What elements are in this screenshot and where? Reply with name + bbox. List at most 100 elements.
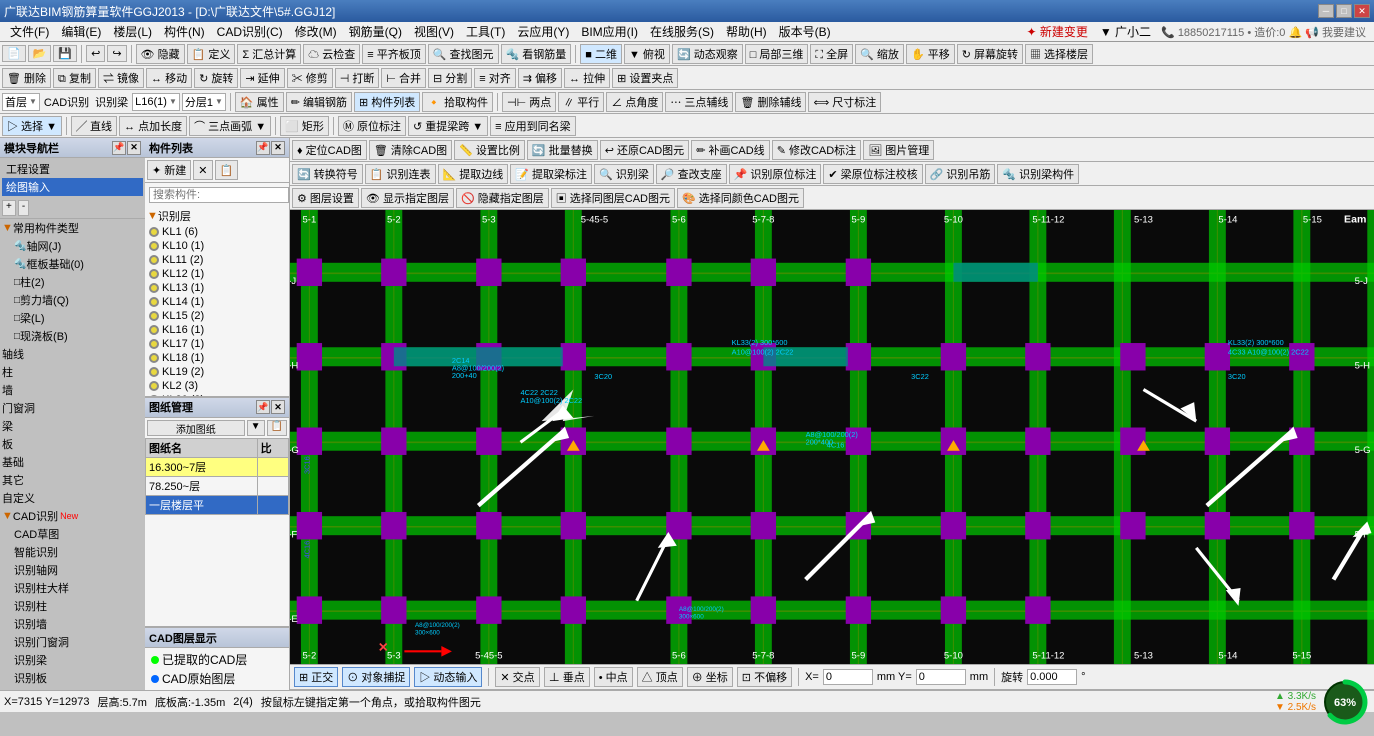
tree-id-slab[interactable]: 识别板 <box>0 669 145 687</box>
btn-copy[interactable]: ⧉ 复制 <box>53 68 96 88</box>
btn-select[interactable]: ▷ 选择 ▼ <box>2 116 62 136</box>
btn-local-3d[interactable]: □ 局部三维 <box>745 44 809 64</box>
btn-offset[interactable]: ⇉ 偏移 <box>518 68 562 88</box>
btn-parallel[interactable]: ∥ 平行 <box>558 92 604 112</box>
tree-axis[interactable]: 🔩 轴网(J) <box>0 237 145 255</box>
btn-pan[interactable]: ✋ 平移 <box>906 44 955 64</box>
btn-cloud-check[interactable]: ☁ 云检查 <box>303 44 360 64</box>
nav-drawing[interactable]: 绘图输入 <box>2 178 143 196</box>
btn-restore-cad[interactable]: ↩ 还原CAD图元 <box>600 140 690 160</box>
comp-pin-button[interactable]: 📌 <box>256 141 270 155</box>
tree-custom[interactable]: 自定义 <box>0 489 145 507</box>
btn-two-point[interactable]: ⊣⊢ 两点 <box>502 92 556 112</box>
drawing-pin-button[interactable]: 📌 <box>256 400 270 414</box>
menu-bim[interactable]: BIM应用(I) <box>575 21 644 42</box>
dropdown-layer[interactable]: 分层1 ▼ <box>182 93 226 111</box>
btn-snap-perpend[interactable]: ⊥ 垂点 <box>544 667 590 687</box>
cad-canvas-area[interactable]: 5-1 5-2 5-3 5-45-5 5-6 5-7-8 5-9 5-10 5-… <box>290 210 1374 664</box>
btn-pic-manage[interactable]: 🖼 图片管理 <box>863 140 934 160</box>
menu-file[interactable]: 文件(F) <box>4 21 55 42</box>
btn-snap-coord[interactable]: ⊕ 坐标 <box>687 667 733 687</box>
comp-identify-layer[interactable]: ▼ 识别层 <box>145 207 289 225</box>
drawing-row-6[interactable]: 一层楼层平 <box>146 495 289 514</box>
cad-layer-extracted[interactable]: 已提取的CAD层 <box>147 650 287 669</box>
tree-cad-sketch[interactable]: CAD草图 <box>0 525 145 543</box>
btn-check-support[interactable]: 🔎 查改支座 <box>656 164 727 184</box>
tree-foundation[interactable]: 基础 <box>0 453 145 471</box>
tree-slab[interactable]: □ 现浇板(B) <box>0 327 145 345</box>
btn-2d[interactable]: ■ 二维 <box>580 44 622 64</box>
tree-column[interactable]: □ 柱(2) <box>0 273 145 291</box>
tree-beam2[interactable]: 梁 <box>0 417 145 435</box>
btn-comp-edit[interactable]: 📋 <box>215 160 239 180</box>
btn-snap-intersect[interactable]: ✕ 交点 <box>495 667 539 687</box>
btn-line[interactable]: ╱ 直线 <box>71 116 117 136</box>
tree-axis-line[interactable]: 轴线 <box>0 345 145 363</box>
btn-id-beam-comp[interactable]: 🔩 识别梁构件 <box>997 164 1079 184</box>
btn-redo[interactable]: ↪ <box>107 45 126 62</box>
btn-screen-rotate[interactable]: ↻ 屏幕旋转 <box>957 44 1023 64</box>
btn-break[interactable]: ⊣ 打断 <box>335 68 380 88</box>
drawing-row-4[interactable]: 16.300~7层 <box>146 457 289 476</box>
btn-id-table[interactable]: 📋 识别连表 <box>365 164 436 184</box>
btn-id-orig-mark[interactable]: 📌 识别原位标注 <box>729 164 822 184</box>
comp-kl11[interactable]: KL11 (2) <box>145 253 289 267</box>
tree-id-wall[interactable]: 识别墙 <box>0 615 145 633</box>
btn-id-hanger[interactable]: 🔗 识别吊筋 <box>925 164 996 184</box>
btn-find[interactable]: 🔍 查找图元 <box>428 44 499 64</box>
tree-id-col[interactable]: 识别柱 <box>0 597 145 615</box>
btn-delete[interactable]: 🗑 删除 <box>2 68 51 88</box>
btn-select-same-color[interactable]: 🎨 选择同颜色CAD图元 <box>677 188 804 208</box>
menu-cad[interactable]: CAD识别(C) <box>211 21 289 42</box>
comp-kl19[interactable]: KL19 (2) <box>145 365 289 379</box>
btn-re-span[interactable]: ↺ 重提梁跨 ▼ <box>408 116 488 136</box>
btn-snap-object[interactable]: ⊙ 对象捕捉 <box>342 667 410 687</box>
comp-close-button[interactable]: ✕ <box>271 141 285 155</box>
tree-door-window[interactable]: 门窗洞 <box>0 399 145 417</box>
btn-drawing-options[interactable]: ▼ <box>247 420 265 436</box>
btn-extract-beam-mark[interactable]: 📝 提取梁标注 <box>510 164 592 184</box>
btn-sum[interactable]: Σ 汇总计算 <box>237 44 301 64</box>
btn-top-view[interactable]: ▼ 俯视 <box>624 44 670 64</box>
btn-rotate[interactable]: ↻ 旋转 <box>194 68 238 88</box>
btn-convert-symbol[interactable]: 🔄 转换符号 <box>292 164 363 184</box>
tree-wall[interactable]: 墙 <box>0 381 145 399</box>
nav-engineering[interactable]: 工程设置 <box>2 160 143 178</box>
tree-col[interactable]: 柱 <box>0 363 145 381</box>
btn-stretch[interactable]: ↔ 拉伸 <box>564 68 610 88</box>
minimize-button[interactable]: ─ <box>1318 4 1334 18</box>
comp-kl13[interactable]: KL13 (1) <box>145 281 289 295</box>
btn-mirror[interactable]: ⇌ 镜像 <box>98 68 144 88</box>
drawing-close-button[interactable]: ✕ <box>271 400 285 414</box>
tree-smart-id[interactable]: 智能识别 <box>0 543 145 561</box>
btn-flat-top[interactable]: ≡ 平齐板顶 <box>362 44 425 64</box>
btn-dim[interactable]: ⟺ 尺寸标注 <box>808 92 881 112</box>
btn-dynamic[interactable]: 🔄 动态观察 <box>672 44 743 64</box>
comp-kl16[interactable]: KL16 (1) <box>145 323 289 337</box>
btn-point-length[interactable]: ↔ 点加长度 <box>119 116 187 136</box>
btn-trim[interactable]: ✂ 修剪 <box>287 68 333 88</box>
y-input[interactable] <box>916 669 966 685</box>
btn-beam-mark-check[interactable]: ✔ 梁原位标注校核 <box>823 164 922 184</box>
comp-kl2[interactable]: KL2 (3) <box>145 379 289 393</box>
btn-merge[interactable]: ⊢ 合并 <box>381 68 426 88</box>
btn-batch-replace[interactable]: 🔄 批量替换 <box>527 140 598 160</box>
nav-close-button[interactable]: ✕ <box>127 141 141 155</box>
btn-comp-list[interactable]: ⊞ 构件列表 <box>354 92 420 112</box>
btn-open[interactable]: 📂 <box>28 45 52 62</box>
btn-edit-rebar[interactable]: ✏ 编辑钢筋 <box>286 92 352 112</box>
btn-collapse-all[interactable]: - <box>18 200 29 216</box>
btn-extend[interactable]: ⇥ 延伸 <box>240 68 284 88</box>
tree-shear-wall[interactable]: □ 剪力墙(Q) <box>0 291 145 309</box>
comp-kl12[interactable]: KL12 (1) <box>145 267 289 281</box>
btn-select-same-layer[interactable]: ▣ 选择同图层CAD图元 <box>551 188 675 208</box>
btn-add-drawing[interactable]: 添加图纸 <box>147 420 245 436</box>
comp-kl14[interactable]: KL14 (1) <box>145 295 289 309</box>
btn-add-cad-line[interactable]: ✏ 补画CAD线 <box>691 140 770 160</box>
menu-help[interactable]: 帮助(H) <box>720 21 773 42</box>
rotate-input[interactable] <box>1027 669 1077 685</box>
x-input[interactable] <box>823 669 873 685</box>
tree-slab-foundation[interactable]: 🔩 框板基础(0) <box>0 255 145 273</box>
comp-kl15[interactable]: KL15 (2) <box>145 309 289 323</box>
btn-snap-no-offset[interactable]: ⊡ 不偏移 <box>737 667 792 687</box>
